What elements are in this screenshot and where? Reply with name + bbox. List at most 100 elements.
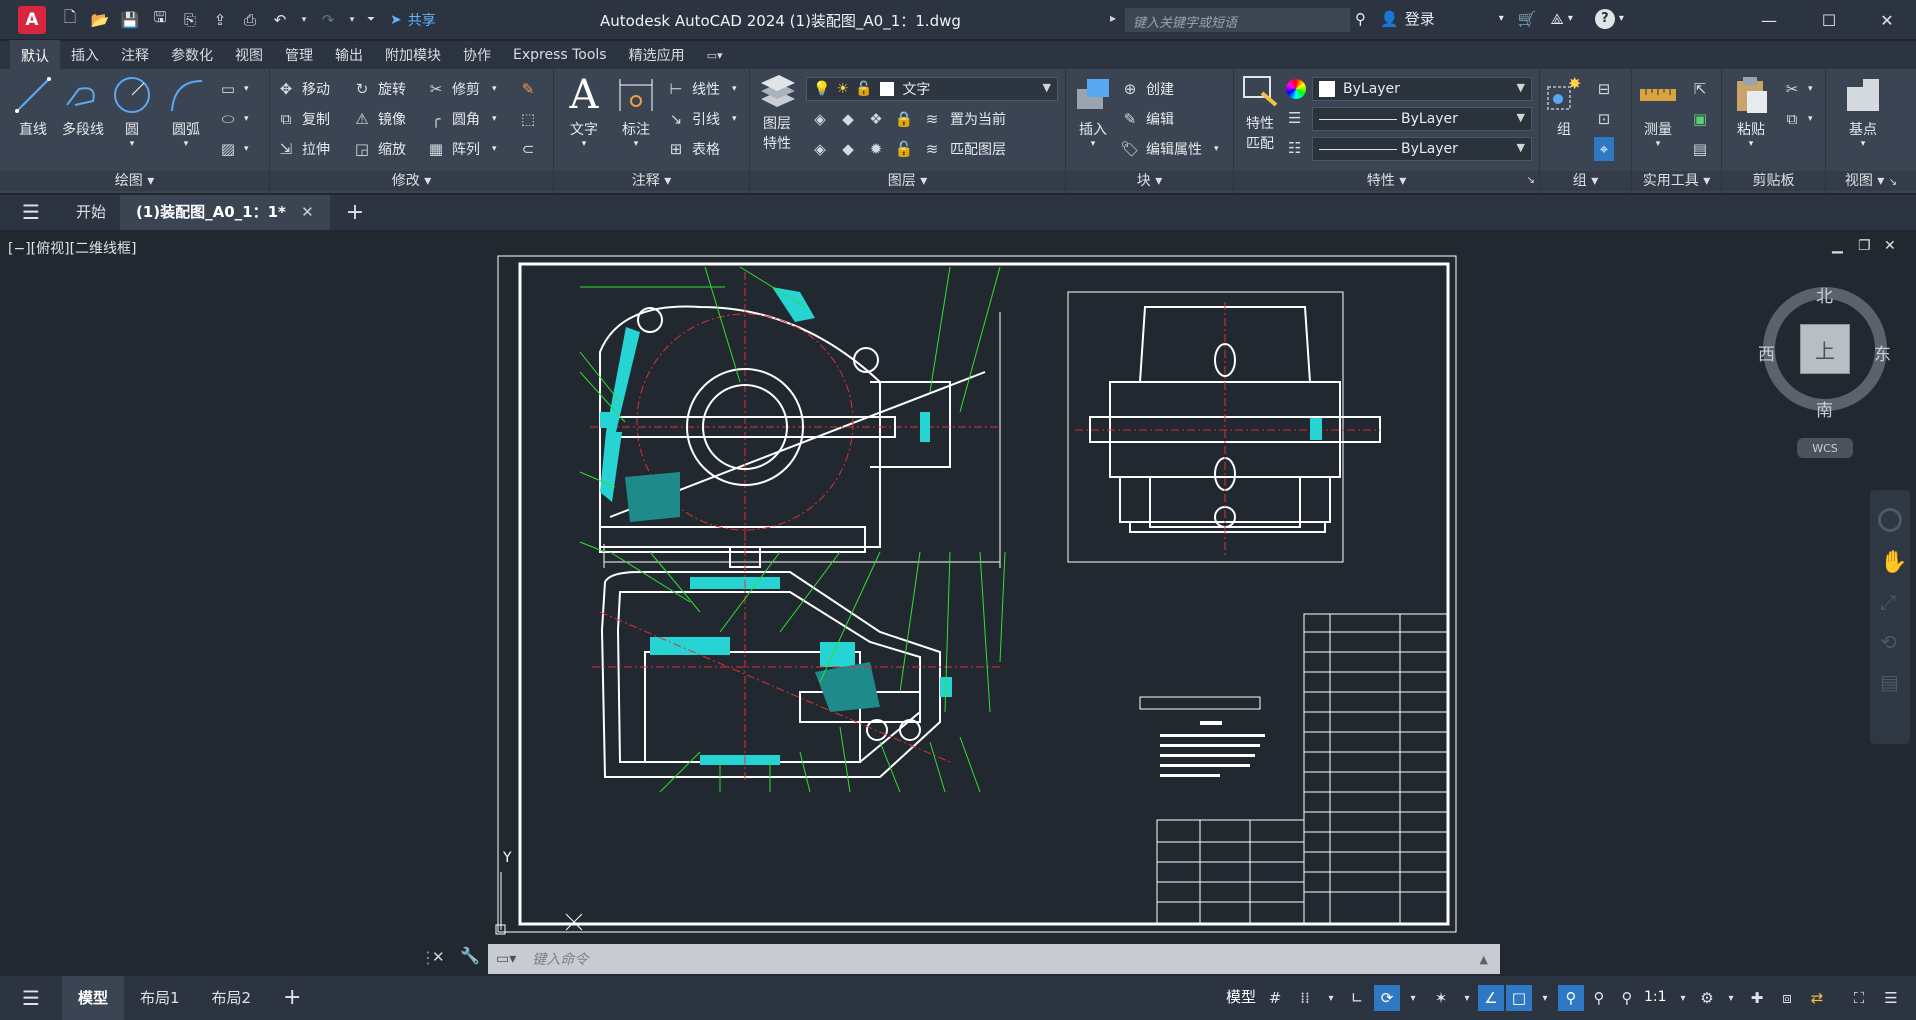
color-dropdown[interactable]: ByLayer ▼ xyxy=(1312,77,1532,101)
tab-addins[interactable]: 附加模块 xyxy=(374,41,452,69)
user-icon[interactable]: 👤 xyxy=(1380,10,1399,28)
draw-panel-title[interactable]: 绘图 ▾ xyxy=(0,171,269,191)
move-button[interactable]: ✥ 移动 xyxy=(276,77,330,101)
login-link[interactable]: 登录 xyxy=(1405,8,1435,29)
tab-featured-apps[interactable]: 精选应用 xyxy=(618,41,696,69)
snap-dropdown-icon[interactable]: ▾ xyxy=(1318,985,1344,1011)
layer-unlock-icon[interactable]: 🔓 xyxy=(894,139,914,159)
grid-icon[interactable]: # xyxy=(1262,985,1288,1011)
open-folder-icon[interactable]: 📂 xyxy=(88,8,112,32)
group-select-button[interactable]: ⌖ xyxy=(1594,137,1614,161)
autodesk-app-icon[interactable]: ⟁ xyxy=(1550,10,1563,28)
hatch-button[interactable]: ▨ ▾ xyxy=(218,137,249,161)
edit-attributes-button[interactable]: 🏷 编辑属性 ▾ xyxy=(1120,137,1219,161)
close-tab-icon[interactable]: ✕ xyxy=(301,203,314,221)
block-panel-title[interactable]: 块 ▾ xyxy=(1066,171,1233,191)
match-properties-button[interactable]: 特性 匹配 xyxy=(1238,75,1282,153)
layers-panel-title[interactable]: 图层 ▾ xyxy=(750,171,1065,191)
compass-west[interactable]: 西 xyxy=(1758,340,1775,365)
hatch-dropdown-icon[interactable]: ▾ xyxy=(244,144,249,154)
command-close-icon[interactable]: ✕ xyxy=(432,948,445,966)
stretch-button[interactable]: ⇲ 拉伸 xyxy=(276,137,330,161)
cad-drawing[interactable] xyxy=(0,232,1916,974)
tab-manage[interactable]: 管理 xyxy=(274,41,324,69)
print-icon[interactable]: ⎙ xyxy=(238,8,262,32)
recent-commands-icon[interactable]: ▭▾ xyxy=(496,951,516,967)
quick-select-button[interactable]: ⇱ xyxy=(1690,77,1710,101)
tab-collaborate[interactable]: 协作 xyxy=(452,41,502,69)
layer-lock-icon[interactable]: 🔒 xyxy=(894,109,914,129)
annotation-scale-value[interactable]: 1:1 xyxy=(1644,989,1667,1005)
annotation-visibility-icon[interactable]: ⚲ xyxy=(1558,985,1584,1011)
help-icon[interactable]: ? xyxy=(1594,8,1615,29)
ellipse-button[interactable]: ⬭ ▾ xyxy=(218,107,249,131)
layer-on-icon[interactable]: ◈ xyxy=(810,139,830,159)
edit-block-button[interactable]: ✎ 编辑 xyxy=(1120,107,1174,131)
isodraft-icon[interactable]: ✶ xyxy=(1428,985,1454,1011)
polyline-button[interactable]: 多段线 xyxy=(58,75,108,139)
workspace-gear-icon[interactable]: ⚙ xyxy=(1694,985,1720,1011)
layer-isolate-icon[interactable]: ◆ xyxy=(838,109,858,129)
new-tab-button[interactable]: + xyxy=(330,195,380,230)
redo-icon[interactable]: ↷ xyxy=(316,8,340,32)
zoom-extents-icon[interactable]: ⤢ xyxy=(1880,590,1896,614)
snap-icon[interactable]: ⁞⁞ xyxy=(1292,985,1318,1011)
layer-properties-button[interactable]: 图层 特性 xyxy=(754,75,800,153)
search-expand-icon[interactable]: ▸ xyxy=(1110,11,1116,25)
select-all-button[interactable]: ▣ xyxy=(1690,107,1710,131)
utilities-panel-title[interactable]: 实用工具 ▾ xyxy=(1632,171,1721,191)
scale-dropdown-icon[interactable]: ▾ xyxy=(1670,985,1696,1011)
layout-menu-icon[interactable]: ☰ xyxy=(0,976,62,1020)
command-customize-icon[interactable]: 🔧 xyxy=(460,946,480,965)
group-button[interactable]: ✸ 组 xyxy=(1544,75,1584,139)
fullscreen-icon[interactable]: ⛶ xyxy=(1846,985,1872,1011)
compass-north[interactable]: 北 xyxy=(1816,282,1833,307)
tab-start[interactable]: 开始 xyxy=(62,195,120,230)
search-input[interactable]: 键入关键字或短语 xyxy=(1125,8,1350,32)
wcs-menu[interactable]: WCS xyxy=(1797,438,1853,458)
minimize-button[interactable]: — xyxy=(1740,0,1798,40)
customize-qat-icon[interactable]: ⏷ xyxy=(364,8,378,32)
match-layer-button[interactable]: 匹配图层 xyxy=(950,139,1006,159)
modify-panel-title[interactable]: 修改 ▾ xyxy=(270,171,553,191)
lineweight-dropdown[interactable]: ByLayer ▼ xyxy=(1312,137,1532,161)
layer-thaw-icon[interactable]: ✹ xyxy=(866,139,886,159)
paste-button[interactable]: 粘贴 ▾ xyxy=(1728,75,1774,149)
rectangle-button[interactable]: ▭ ▾ xyxy=(218,77,249,101)
offset-button[interactable]: ⊂ xyxy=(518,137,538,161)
tab-layout2[interactable]: 布局2 xyxy=(196,976,268,1020)
measure-button[interactable]: 测量 ▾ xyxy=(1634,75,1682,149)
calculator-button[interactable]: ▤ xyxy=(1690,137,1710,161)
annotation-scale-icon[interactable]: ⚲ xyxy=(1614,985,1640,1011)
showmotion-icon[interactable]: ▤ xyxy=(1880,670,1899,694)
object-snap-tracking-icon[interactable]: ∠ xyxy=(1478,985,1504,1011)
insert-block-button[interactable]: 插入 ▾ xyxy=(1070,75,1116,149)
tab-default[interactable]: 默认 xyxy=(10,40,60,70)
trim-dropdown-icon[interactable]: ▾ xyxy=(492,84,497,94)
viewcube-top-face[interactable]: 上 xyxy=(1800,324,1850,374)
insert-dropdown-icon[interactable]: ▾ xyxy=(1070,139,1116,149)
view-launcher-icon[interactable]: ↘ xyxy=(1889,177,1897,188)
leader-dropdown-icon[interactable]: ▾ xyxy=(732,114,737,124)
measure-dropdown-icon[interactable]: ▾ xyxy=(1634,139,1682,149)
share-button[interactable]: ➤ 共享 xyxy=(390,10,436,30)
redo-dropdown-icon[interactable]: ▾ xyxy=(346,8,358,32)
drawing-viewport[interactable]: [−][俯视][二维线框] ▁ ❐ ✕ Y 上 北 南 东 西 WCS ✋ ⤢ … xyxy=(0,232,1916,974)
annotation-panel-title[interactable]: 注释 ▾ xyxy=(554,171,749,191)
table-button[interactable]: ⊞ 表格 xyxy=(666,137,720,161)
copy-clip-button[interactable]: ⧉ ▾ xyxy=(1782,107,1813,131)
properties-panel-title[interactable]: 特性 ▾ ↘ xyxy=(1234,171,1539,191)
model-space-button[interactable]: 模型 xyxy=(1226,986,1256,1007)
customize-status-icon[interactable]: ☰ xyxy=(1878,985,1904,1011)
fillet-dropdown-icon[interactable]: ▾ xyxy=(492,114,497,124)
tab-active-drawing[interactable]: (1)装配图_A0_1：1* ✕ xyxy=(119,195,330,230)
group-edit-button[interactable]: ⊡ xyxy=(1594,107,1614,131)
orbit-icon[interactable]: ⟲ xyxy=(1880,630,1897,654)
tab-model[interactable]: 模型 xyxy=(61,976,124,1020)
object-snap-icon[interactable]: □ xyxy=(1506,985,1532,1011)
annotation-monitor-icon[interactable]: ✚ xyxy=(1744,985,1770,1011)
arc-button[interactable]: 圆弧 ▾ xyxy=(164,75,208,149)
edit-attributes-dropdown-icon[interactable]: ▾ xyxy=(1214,144,1219,154)
layer-freeze-icon[interactable]: ❖ xyxy=(866,109,886,129)
cut-dropdown-icon[interactable]: ▾ xyxy=(1808,84,1813,94)
